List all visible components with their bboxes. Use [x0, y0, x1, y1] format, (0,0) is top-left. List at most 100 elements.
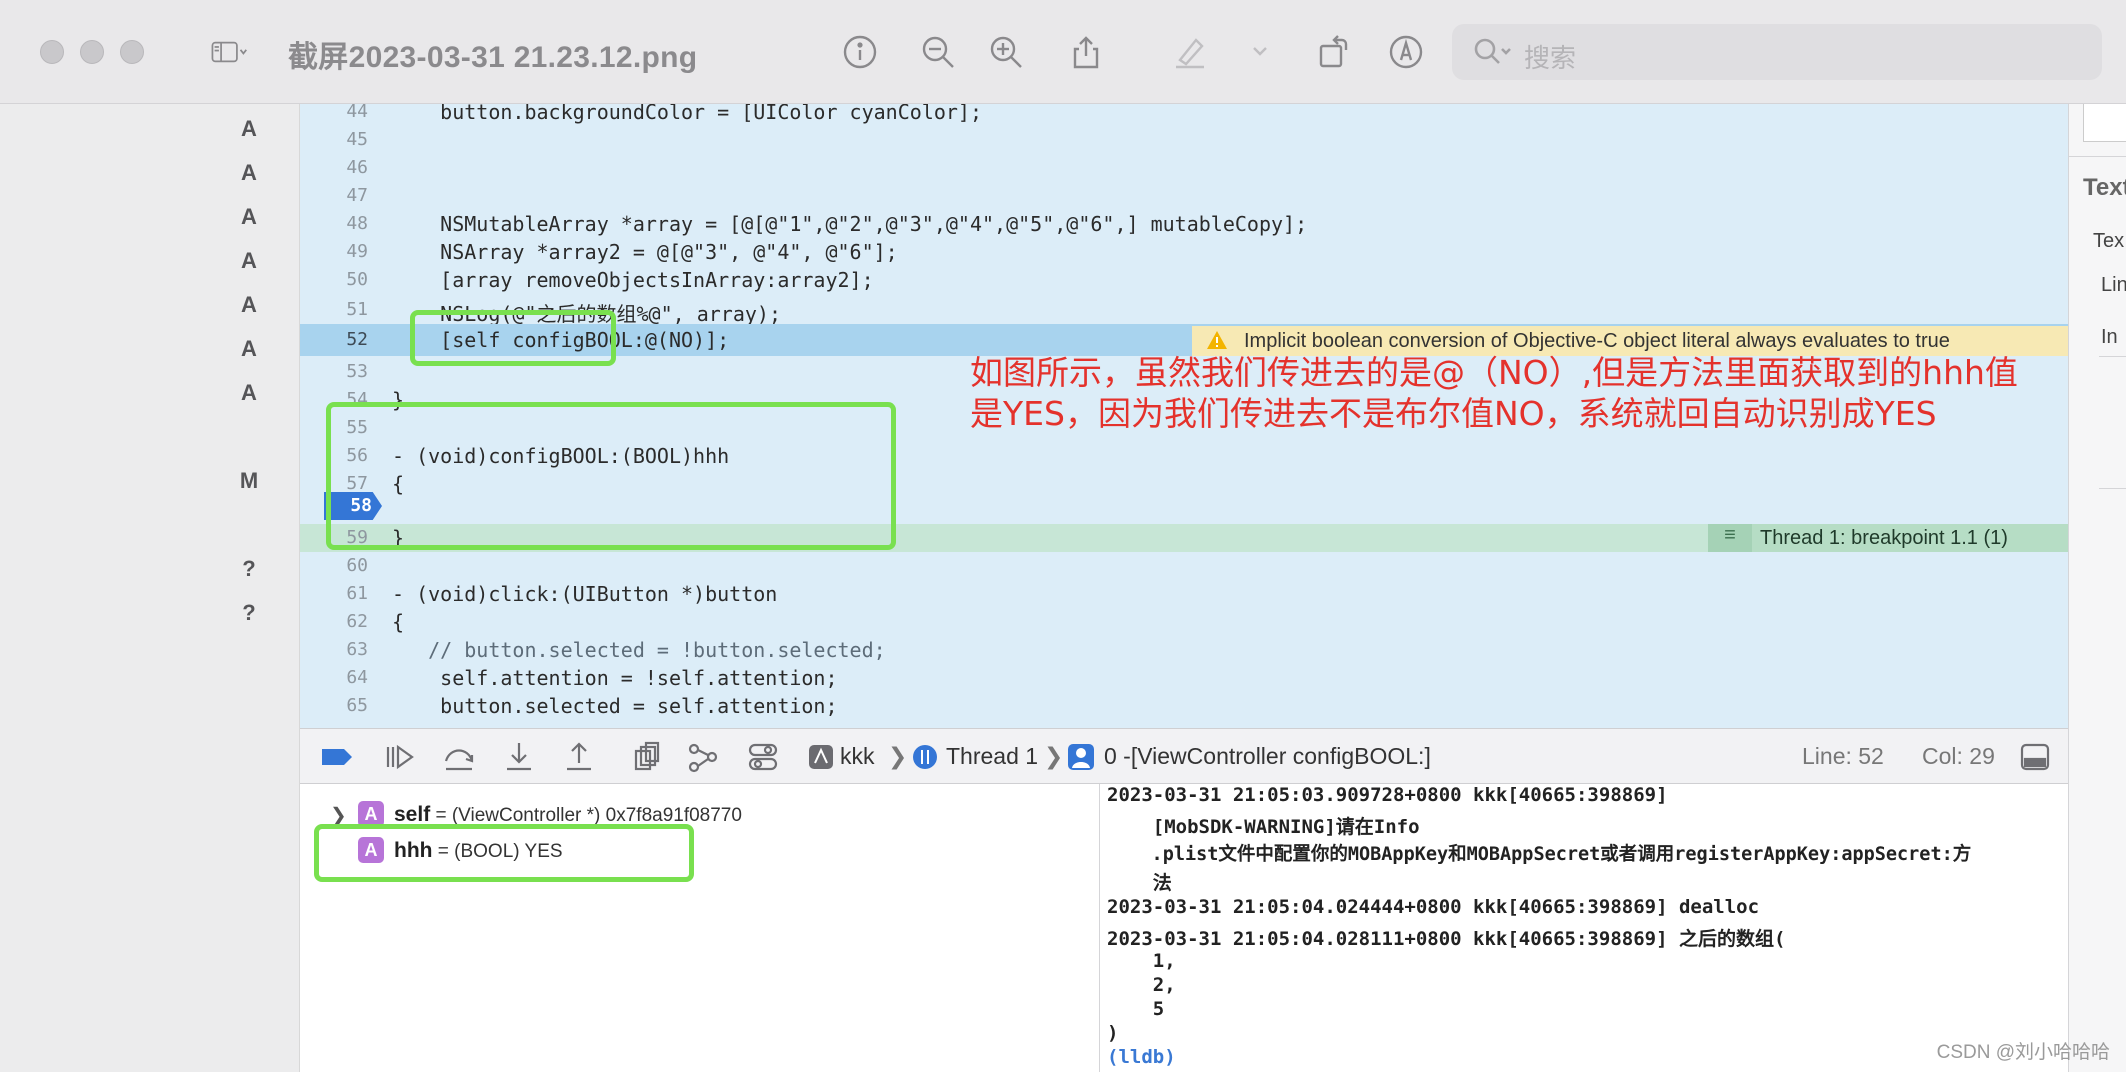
code-line[interactable]: 60 [300, 552, 2068, 580]
step-over-icon[interactable] [442, 741, 476, 773]
debug-console[interactable]: 2023-03-31 21:05:03.909728+0800 kkk[4066… [1101, 784, 2068, 1072]
view-hierarchy-icon[interactable] [630, 741, 664, 773]
source-control-badge[interactable]: A [238, 336, 260, 362]
zoom-in-icon[interactable] [984, 30, 1028, 74]
code-line[interactable]: 45 [300, 126, 2068, 154]
inspector-panel: Text Tex Lin In [2068, 104, 2126, 1072]
code-editor[interactable]: 44 button.backgroundColor = [UIColor cya… [300, 104, 2068, 728]
line-number: 49 [346, 241, 368, 262]
search-field[interactable]: 搜索 [1452, 24, 2102, 80]
code-line[interactable]: 50 [array removeObjectsInArray:array2]; [300, 266, 2068, 294]
variables-view[interactable]: ❯ A self = (ViewController *) 0x7f8a91f0… [300, 784, 1100, 1072]
chevron-right-icon: ❯ [888, 743, 908, 769]
source-control-badge[interactable]: A [238, 248, 260, 274]
watermark: CSDN @刘小哈哈哈 [1936, 1042, 2110, 1063]
console-line: 2023-03-31 21:05:04.028111+0800 kkk[4066… [1107, 928, 1786, 950]
warning-icon [1207, 331, 1227, 349]
highlight-box [314, 824, 694, 882]
divider [2069, 156, 2126, 157]
zoom-out-icon[interactable] [916, 30, 960, 74]
line-number: 53 [346, 361, 368, 382]
step-out-icon[interactable] [562, 741, 596, 773]
breakpoints-toggle-icon[interactable] [320, 741, 354, 773]
rotate-icon[interactable] [1312, 30, 1356, 74]
source-control-badge[interactable]: A [238, 160, 260, 186]
console-line: .plist文件中配置你的MOBAppKey和MOBAppSecret或者调用r… [1107, 844, 1972, 865]
line-number: 50 [346, 269, 368, 290]
line-number: 52 [346, 329, 368, 350]
process-name[interactable]: kkk [840, 743, 875, 770]
code-line[interactable]: 65 button.selected = self.attention; [300, 692, 2068, 720]
line-number: 44 [346, 104, 368, 122]
variable-name: self [394, 803, 431, 826]
line-number: 48 [346, 213, 368, 234]
markup-pen-icon[interactable] [1168, 30, 1212, 74]
code-line[interactable]: 61 - (void)click:(UIButton *)button [300, 580, 2068, 608]
step-into-icon[interactable] [502, 741, 536, 773]
code-text: - (void)click:(UIButton *)button [392, 582, 778, 606]
console-layout-icon[interactable] [2018, 741, 2052, 773]
source-control-badge[interactable]: ? [238, 556, 260, 582]
code-line[interactable]: 46 [300, 154, 2068, 182]
console-line: 5 [1107, 998, 1165, 1020]
column-indicator: Col: 29 [1922, 743, 1995, 769]
stack-frame[interactable]: 0 -[ViewController configBOOL:] [1104, 743, 1431, 770]
thread-label: Thread 1: breakpoint 1.1 (1) [1760, 527, 2008, 549]
code-line[interactable]: 63 // button.selected = !button.selected… [300, 636, 2068, 664]
console-line: 2023-03-31 21:05:04.024444+0800 kkk[4066… [1107, 896, 1760, 918]
issue-gutter: A A A A A A A M ? ? [0, 104, 300, 1072]
line-number: 51 [346, 299, 368, 320]
annotation-text: 如图所示，虽然我们传进去的是@（NO）,但是方法里面获取到的hhh值是YES，因… [970, 353, 2018, 433]
code-text: NSMutableArray *array = [@[@"1",@"2",@"3… [392, 212, 1308, 236]
warning-text: Implicit boolean conversion of Objective… [1244, 330, 1950, 352]
inspector-checkbox-area[interactable] [2083, 104, 2126, 142]
code-text: NSArray *array2 = @[@"3", @"4", @"6"]; [392, 240, 898, 264]
thread-name[interactable]: Thread 1 [946, 743, 1038, 770]
code-text: self.attention = !self.attention; [392, 666, 838, 690]
source-control-badge[interactable]: ? [238, 600, 260, 626]
source-control-badge[interactable]: A [238, 292, 260, 318]
line-number: 65 [346, 695, 368, 716]
code-line[interactable]: 49 NSArray *array2 = @[@"3", @"4", @"6"]… [300, 238, 2068, 266]
inspector-section-title: Text [2083, 174, 2126, 201]
info-icon[interactable] [838, 30, 882, 74]
code-line[interactable]: 48 NSMutableArray *array = [@[@"1",@"2",… [300, 210, 2068, 238]
environment-overrides-icon[interactable] [746, 741, 780, 773]
line-number: 61 [346, 583, 368, 604]
continue-icon[interactable] [382, 741, 416, 773]
code-line[interactable]: 64 self.attention = !self.attention; [300, 664, 2068, 692]
close-window-button[interactable] [40, 40, 64, 64]
lldb-prompt[interactable]: (lldb) [1107, 1046, 1176, 1068]
source-control-badge[interactable]: A [238, 204, 260, 230]
code-line[interactable]: 47 [300, 182, 2068, 210]
share-icon[interactable] [1064, 30, 1108, 74]
list-icon: ≡ [1708, 524, 1752, 552]
thread-icon [908, 741, 937, 773]
inspector-label: Lin [2101, 274, 2126, 296]
zoom-window-button[interactable] [120, 40, 144, 64]
code-text: { [392, 610, 405, 634]
thread-indicator[interactable]: ≡ Thread 1: breakpoint 1.1 (1) [1708, 524, 2068, 552]
code-line[interactable]: 62 { [300, 608, 2068, 636]
console-line: 2023-03-31 21:05:03.909728+0800 kkk[4066… [1107, 784, 1668, 806]
variable-value: = (ViewController *) 0x7f8a91f08770 [430, 805, 742, 826]
code-text: button.backgroundColor = [UIColor cyanCo… [392, 104, 983, 124]
markup-toolbar-icon[interactable] [1384, 30, 1428, 74]
memory-graph-icon[interactable] [686, 741, 720, 773]
console-line: 法 [1107, 872, 1172, 894]
console-line: ) [1107, 1022, 1119, 1044]
chevron-right-icon: ❯ [1044, 743, 1064, 769]
sidebar-toggle-icon[interactable] [194, 30, 264, 74]
search-icon [1472, 36, 1511, 68]
source-control-badge[interactable]: A [238, 380, 260, 406]
code-line[interactable]: 44 button.backgroundColor = [UIColor cya… [300, 104, 2068, 126]
line-number: 64 [346, 667, 368, 688]
highlight-box [326, 402, 896, 550]
source-control-badge[interactable]: A [238, 116, 260, 142]
chevron-down-icon[interactable] [1240, 30, 1280, 74]
inspector-label: In [2101, 326, 2118, 348]
minimize-window-button[interactable] [80, 40, 104, 64]
source-control-badge[interactable]: M [238, 468, 260, 494]
